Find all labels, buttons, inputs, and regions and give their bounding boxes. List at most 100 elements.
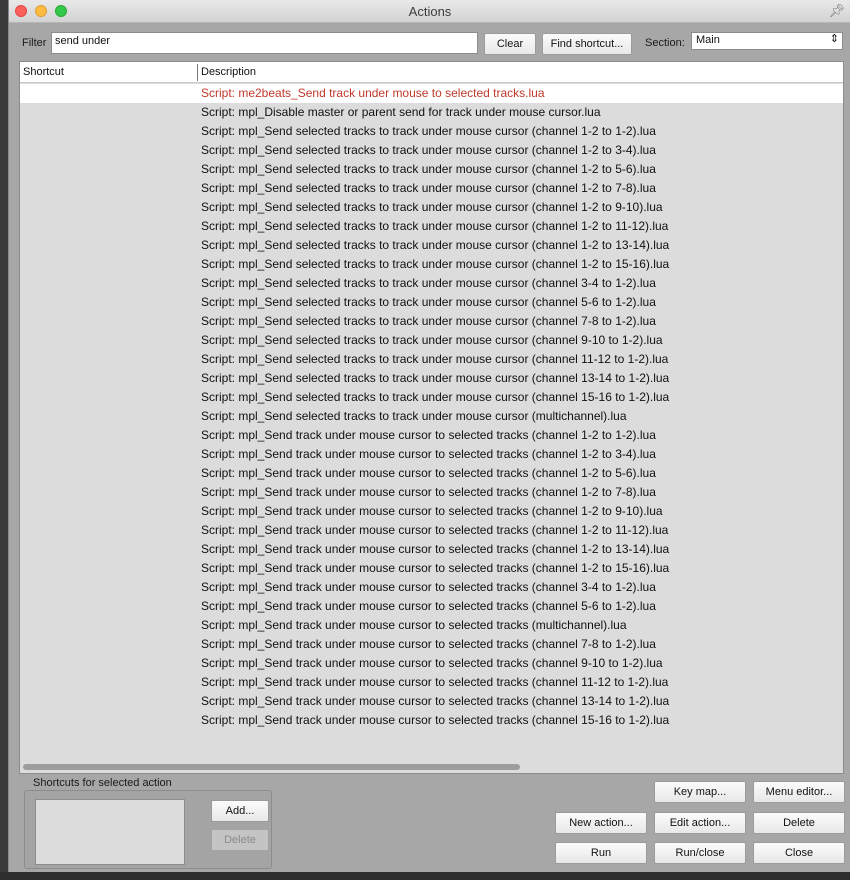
list-item[interactable]: Script: mpl_Send track under mouse curso…: [20, 521, 843, 540]
list-item[interactable]: Script: mpl_Send track under mouse curso…: [20, 711, 843, 730]
action-description: Script: mpl_Send track under mouse curso…: [201, 713, 670, 727]
description-column-header[interactable]: Description: [201, 66, 256, 78]
action-description: Script: mpl_Send track under mouse curso…: [201, 694, 670, 708]
delete-action-button[interactable]: Delete: [753, 812, 845, 834]
list-item[interactable]: Script: mpl_Send selected tracks to trac…: [20, 274, 843, 293]
action-description: Script: mpl_Send selected tracks to trac…: [201, 238, 670, 252]
list-item[interactable]: Script: mpl_Send track under mouse curso…: [20, 673, 843, 692]
key-map-button[interactable]: Key map...: [654, 781, 746, 803]
action-description: Script: mpl_Send selected tracks to trac…: [201, 409, 627, 423]
list-item[interactable]: Script: mpl_Send track under mouse curso…: [20, 445, 843, 464]
action-description: Script: mpl_Send selected tracks to trac…: [201, 352, 669, 366]
action-description: Script: mpl_Disable master or parent sen…: [201, 105, 601, 119]
clear-button[interactable]: Clear: [484, 33, 536, 55]
action-description: Script: mpl_Send track under mouse curso…: [201, 485, 656, 499]
action-description: Script: mpl_Send track under mouse curso…: [201, 675, 669, 689]
list-rows: Script: me2beats_Send track under mouse …: [20, 84, 843, 730]
delete-shortcut-button[interactable]: Delete: [211, 829, 269, 851]
action-description: Script: mpl_Send selected tracks to trac…: [201, 162, 656, 176]
list-item[interactable]: Script: mpl_Send selected tracks to trac…: [20, 407, 843, 426]
action-description: Script: mpl_Send track under mouse curso…: [201, 542, 670, 556]
list-item[interactable]: Script: mpl_Send track under mouse curso…: [20, 502, 843, 521]
action-description: Script: mpl_Send track under mouse curso…: [201, 599, 656, 613]
background-strip: [0, 872, 850, 880]
list-item[interactable]: Script: mpl_Send track under mouse curso…: [20, 635, 843, 654]
list-item[interactable]: Script: mpl_Send selected tracks to trac…: [20, 312, 843, 331]
actions-window: Actions 📌︎ Filter send under Clear Find …: [8, 0, 850, 872]
action-description: Script: mpl_Send track under mouse curso…: [201, 447, 656, 461]
shortcuts-list[interactable]: [35, 799, 185, 865]
list-item[interactable]: Script: mpl_Send track under mouse curso…: [20, 616, 843, 635]
list-item[interactable]: Script: mpl_Send track under mouse curso…: [20, 654, 843, 673]
action-description: Script: mpl_Send selected tracks to trac…: [201, 200, 663, 214]
add-shortcut-button[interactable]: Add...: [211, 800, 269, 822]
action-description: Script: mpl_Send track under mouse curso…: [201, 523, 669, 537]
filter-label: Filter: [22, 37, 47, 49]
list-item[interactable]: Script: mpl_Send selected tracks to trac…: [20, 160, 843, 179]
action-description: Script: mpl_Send selected tracks to trac…: [201, 257, 670, 271]
action-description: Script: mpl_Send selected tracks to trac…: [201, 181, 656, 195]
list-item[interactable]: Script: mpl_Send track under mouse curso…: [20, 464, 843, 483]
action-description: Script: me2beats_Send track under mouse …: [201, 86, 545, 100]
list-item[interactable]: Script: mpl_Send selected tracks to trac…: [20, 388, 843, 407]
action-description: Script: mpl_Send track under mouse curso…: [201, 580, 656, 594]
window-title: Actions: [408, 4, 452, 19]
list-item[interactable]: Script: mpl_Send track under mouse curso…: [20, 540, 843, 559]
list-item[interactable]: Script: mpl_Send selected tracks to trac…: [20, 141, 843, 160]
list-item[interactable]: Script: mpl_Disable master or parent sen…: [20, 103, 843, 122]
action-description: Script: mpl_Send selected tracks to trac…: [201, 276, 656, 290]
list-item[interactable]: Script: mpl_Send track under mouse curso…: [20, 597, 843, 616]
shortcuts-panel-label: Shortcuts for selected action: [33, 777, 172, 789]
action-description: Script: mpl_Send track under mouse curso…: [201, 428, 656, 442]
list-item[interactable]: Script: mpl_Send selected tracks to trac…: [20, 198, 843, 217]
list-item[interactable]: Script: mpl_Send selected tracks to trac…: [20, 369, 843, 388]
action-description: Script: mpl_Send track under mouse curso…: [201, 504, 663, 518]
actions-list[interactable]: Shortcut Description Script: me2beats_Se…: [19, 61, 844, 774]
action-description: Script: mpl_Send selected tracks to trac…: [201, 143, 656, 157]
section-label: Section:: [645, 37, 685, 49]
column-divider[interactable]: [197, 64, 198, 81]
horizontal-scrollbar[interactable]: [23, 764, 520, 770]
pin-icon[interactable]: 📌︎: [828, 3, 845, 19]
find-shortcut-button[interactable]: Find shortcut...: [542, 33, 632, 55]
list-item[interactable]: Script: mpl_Send track under mouse curso…: [20, 692, 843, 711]
edit-action-button[interactable]: Edit action...: [654, 812, 746, 834]
list-item[interactable]: Script: mpl_Send selected tracks to trac…: [20, 179, 843, 198]
run-button[interactable]: Run: [555, 842, 647, 864]
section-select[interactable]: Main ⇕: [691, 32, 843, 50]
run-close-button[interactable]: Run/close: [654, 842, 746, 864]
list-item[interactable]: Script: mpl_Send track under mouse curso…: [20, 578, 843, 597]
action-description: Script: mpl_Send track under mouse curso…: [201, 466, 656, 480]
action-description: Script: mpl_Send selected tracks to trac…: [201, 219, 669, 233]
list-header: Shortcut Description: [20, 62, 843, 83]
list-item[interactable]: Script: mpl_Send selected tracks to trac…: [20, 217, 843, 236]
shortcut-column-header[interactable]: Shortcut: [23, 66, 64, 78]
list-item[interactable]: Script: mpl_Send selected tracks to trac…: [20, 331, 843, 350]
list-item[interactable]: Script: mpl_Send track under mouse curso…: [20, 483, 843, 502]
action-description: Script: mpl_Send track under mouse curso…: [201, 656, 663, 670]
action-description: Script: mpl_Send selected tracks to trac…: [201, 295, 656, 309]
list-item[interactable]: Script: mpl_Send selected tracks to trac…: [20, 255, 843, 274]
action-description: Script: mpl_Send selected tracks to trac…: [201, 333, 663, 347]
list-item[interactable]: Script: mpl_Send selected tracks to trac…: [20, 236, 843, 255]
list-item[interactable]: Script: mpl_Send track under mouse curso…: [20, 559, 843, 578]
action-description: Script: mpl_Send selected tracks to trac…: [201, 390, 670, 404]
action-description: Script: mpl_Send selected tracks to trac…: [201, 371, 670, 385]
section-value: Main: [696, 34, 720, 46]
list-item[interactable]: Script: mpl_Send selected tracks to trac…: [20, 293, 843, 312]
list-item[interactable]: Script: me2beats_Send track under mouse …: [20, 84, 843, 103]
list-item[interactable]: Script: mpl_Send track under mouse curso…: [20, 426, 843, 445]
action-description: Script: mpl_Send selected tracks to trac…: [201, 314, 656, 328]
action-description: Script: mpl_Send track under mouse curso…: [201, 618, 627, 632]
action-description: Script: mpl_Send track under mouse curso…: [201, 637, 656, 651]
action-description: Script: mpl_Send selected tracks to trac…: [201, 124, 656, 138]
updown-arrows-icon: ⇕: [829, 33, 839, 45]
new-action-button[interactable]: New action...: [555, 812, 647, 834]
filter-input[interactable]: send under: [51, 32, 478, 54]
list-item[interactable]: Script: mpl_Send selected tracks to trac…: [20, 350, 843, 369]
close-button[interactable]: Close: [753, 842, 845, 864]
title-bar[interactable]: Actions 📌︎: [9, 0, 850, 23]
list-item[interactable]: Script: mpl_Send selected tracks to trac…: [20, 122, 843, 141]
action-description: Script: mpl_Send track under mouse curso…: [201, 561, 670, 575]
menu-editor-button[interactable]: Menu editor...: [753, 781, 845, 803]
